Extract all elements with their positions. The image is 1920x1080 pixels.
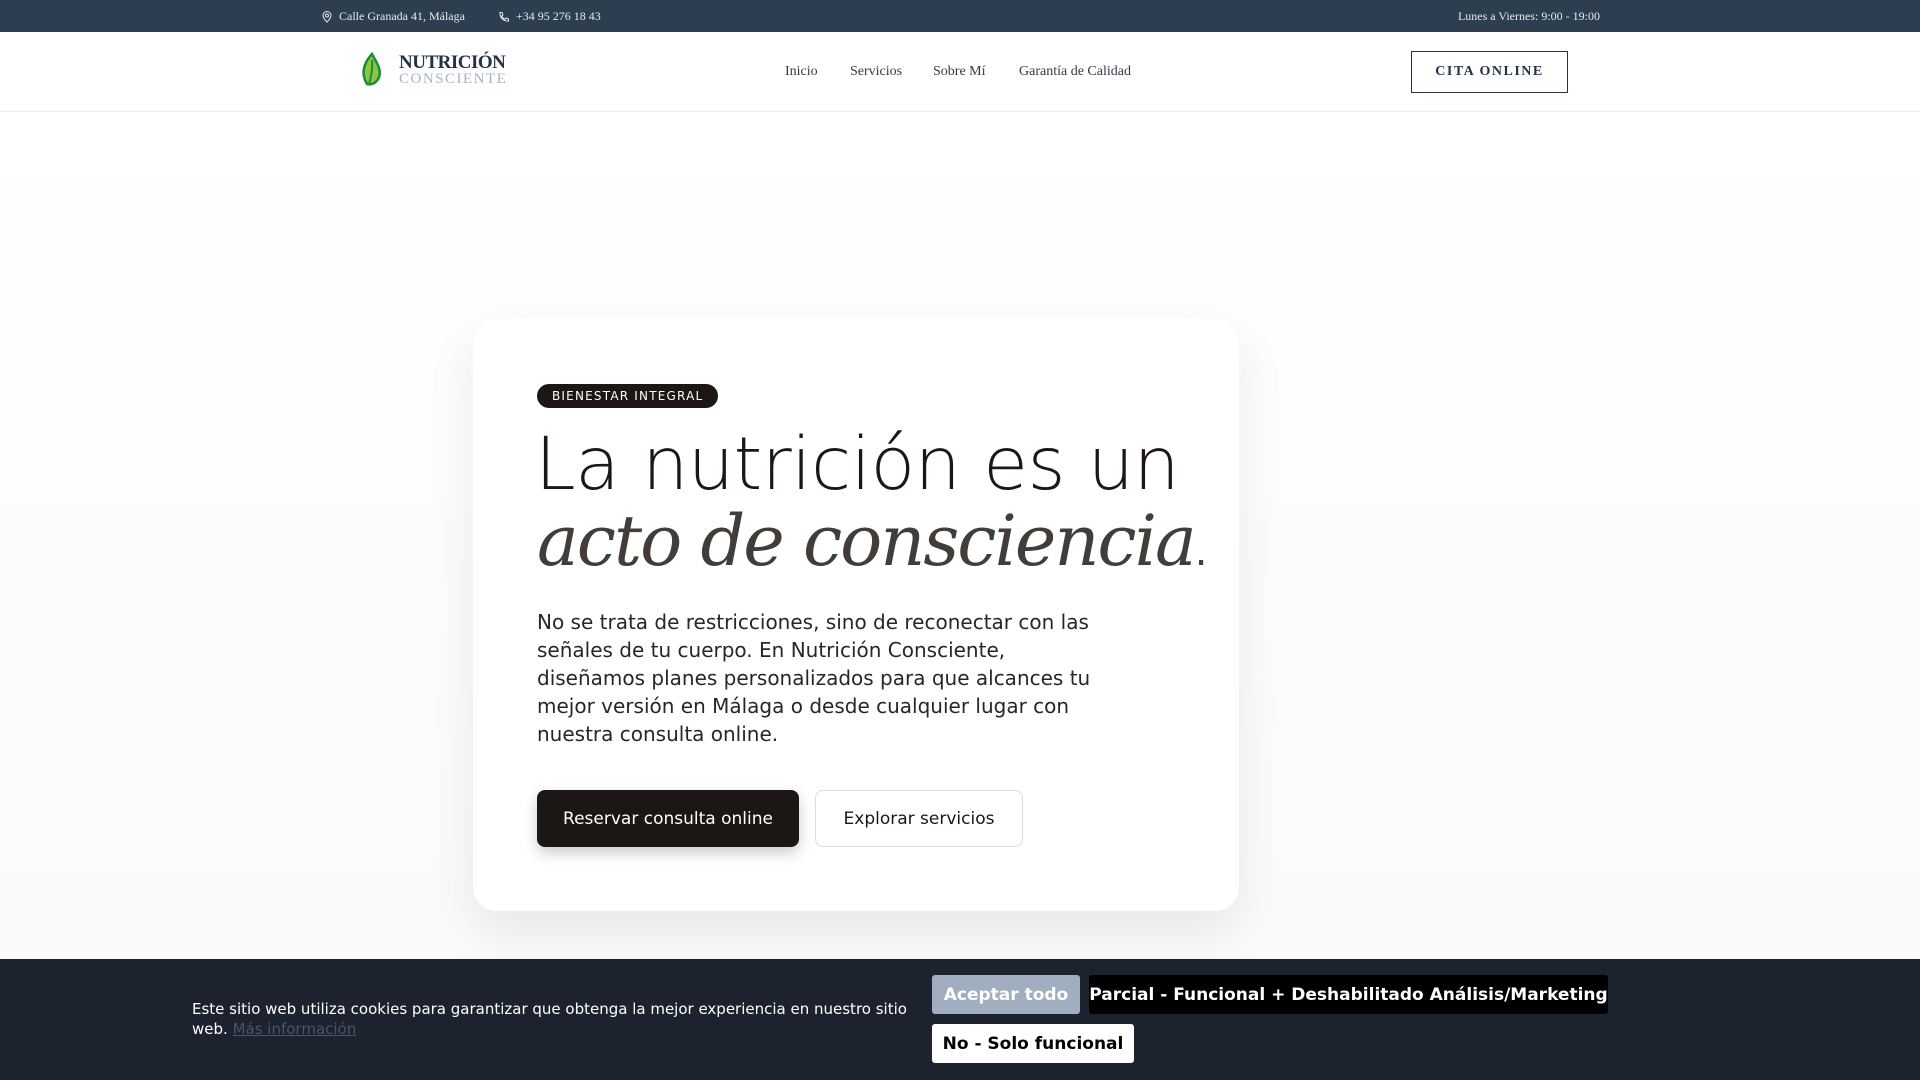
address-item: Calle Granada 41, Málaga [321,9,465,24]
hero-card: BIENESTAR INTEGRAL La nutrición es un ac… [473,318,1239,911]
phone-text: +34 95 276 18 43 [516,9,601,23]
more-info-link[interactable]: Más información [233,1020,357,1038]
nav-sobre-mi[interactable]: Sobre Mí [933,64,986,80]
explorar-servicios-button[interactable]: Explorar servicios [815,790,1023,847]
nav-inicio[interactable]: Inicio [785,64,818,80]
cookie-text: Este sitio web utiliza cookies para gara… [192,999,932,1039]
hero-title-italic: acto de consciencia [537,500,1197,582]
brand-name: NUTRICIÓN [399,51,506,73]
leaf-logo-icon [362,52,381,86]
cookie-banner: Este sitio web utiliza cookies para gara… [0,959,1920,1080]
site-header: NUTRICIÓN CONSCIENTE Inicio Servicios So… [0,32,1920,112]
hero-paragraph: No se trata de restricciones, sino de re… [537,610,1091,746]
address-text: Calle Granada 41, Málaga [339,9,465,23]
hero-title-dot: . [1194,529,1208,575]
location-pin-icon [322,10,332,23]
functional-only-button[interactable]: No - Solo funcional [932,1024,1134,1063]
nav-servicios[interactable]: Servicios [850,64,902,80]
accept-all-button[interactable]: Aceptar todo [932,975,1080,1014]
phone-item[interactable]: +34 95 276 18 43 [498,9,601,24]
hero-title-line1: La nutrición es un [535,422,1180,507]
hero-title-line2: acto de consciencia. [537,500,1208,591]
phone-icon [499,11,509,22]
nav-garantia-calidad[interactable]: Garantía de Calidad [1019,64,1131,80]
hero-badge: BIENESTAR INTEGRAL [537,384,719,408]
logo[interactable]: NUTRICIÓN CONSCIENTE [357,52,507,88]
brand-subtitle: CONSCIENTE [399,70,508,87]
cita-online-button[interactable]: CITA ONLINE [1411,51,1568,93]
reservar-consulta-button[interactable]: Reservar consulta online [537,790,799,847]
hours-text: Lunes a Viernes: 9:00 - 19:00 [1457,9,1600,23]
top-info-bar: Calle Granada 41, Málaga +34 95 276 18 4… [0,0,1920,32]
partial-consent-button[interactable]: Parcial - Funcional + Deshabilitado Anál… [1089,975,1608,1014]
